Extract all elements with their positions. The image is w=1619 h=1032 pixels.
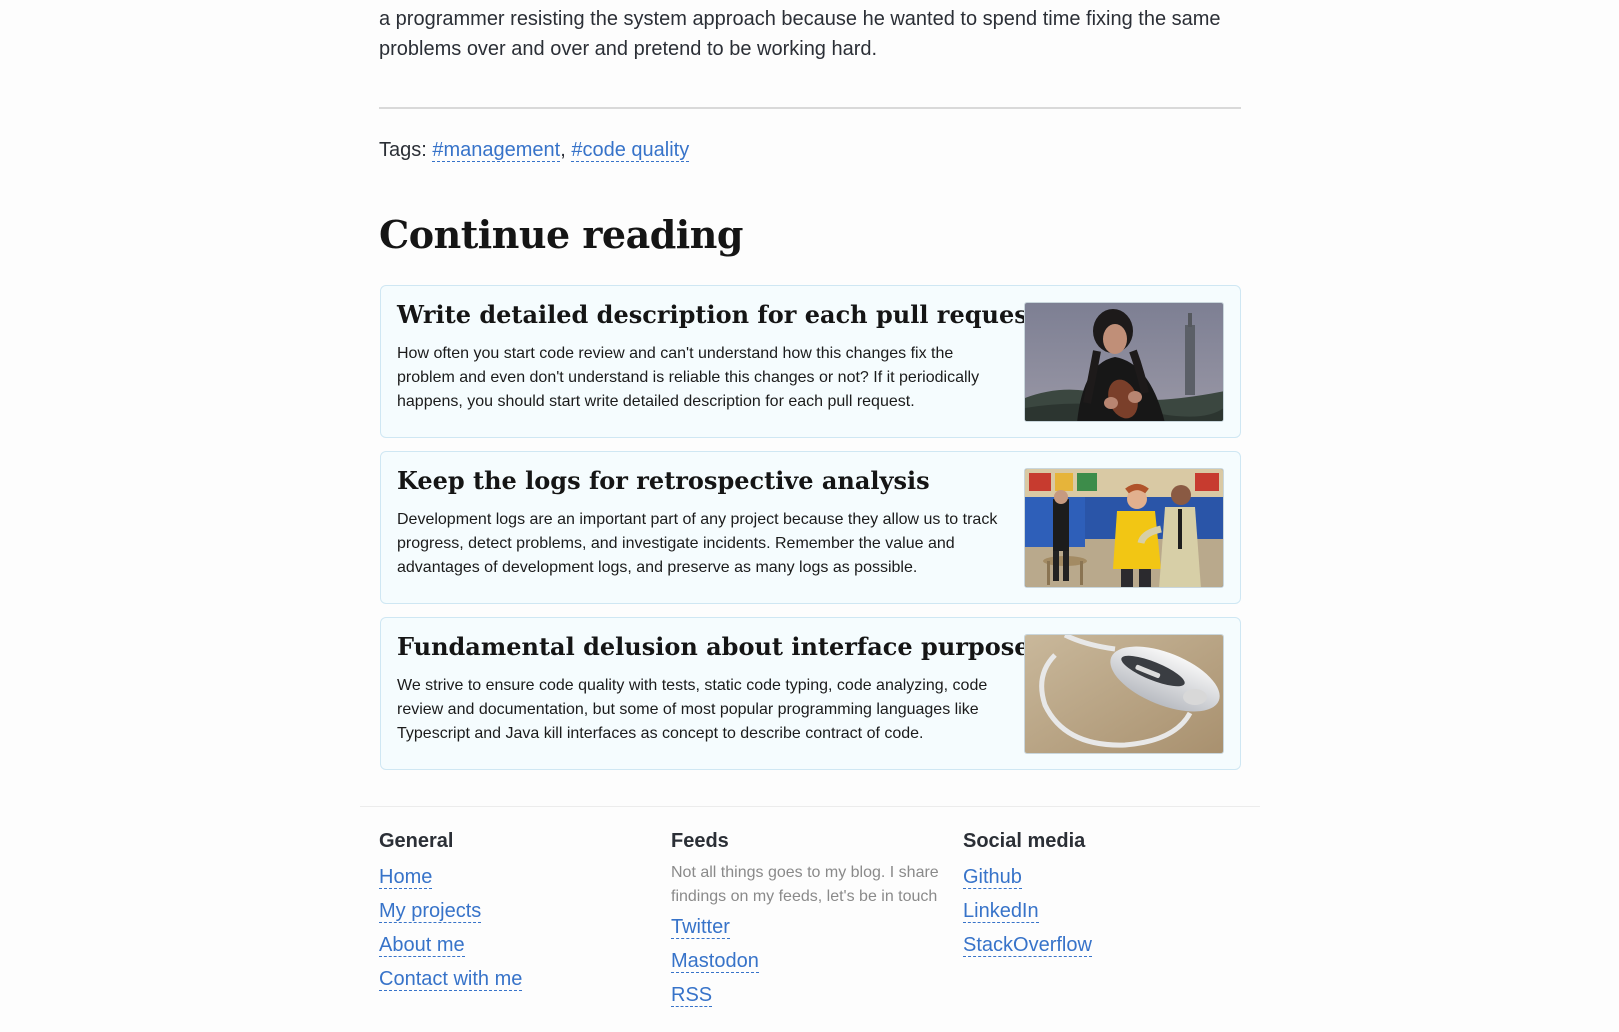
article-card[interactable]: Fundamental delusion about interface pur… <box>380 617 1241 770</box>
footer-social-column: Social media Github LinkedIn StackOverfl… <box>963 830 1243 967</box>
article-card-description: Development logs are an important part o… <box>397 511 998 576</box>
article-card[interactable]: Keep the logs for retrospective analysis… <box>380 451 1241 604</box>
footer-link-contact[interactable]: Contact with me <box>379 968 523 991</box>
footer-general-column: General Home My projects About me Contac… <box>379 830 659 1001</box>
article-card-title[interactable]: Write detailed description for each pull… <box>397 300 1039 329</box>
footer-link-rss[interactable]: RSS <box>671 984 713 1007</box>
tag-link-management[interactable]: #management <box>432 139 561 162</box>
footer-feeds-column: Feeds Not all things goes to my blog. I … <box>671 830 951 1017</box>
intro-line-1: a programmer resisting the system approa… <box>379 8 1221 30</box>
footer-link-linkedin[interactable]: LinkedIn <box>963 900 1039 923</box>
restaurant-scene-photo[interactable] <box>1024 468 1224 588</box>
footer-social-title: Social media <box>963 830 1086 852</box>
footer-general-title: General <box>379 830 454 852</box>
footer-link-github[interactable]: Github <box>963 866 1022 889</box>
footer-link-stackoverflow[interactable]: StackOverflow <box>963 934 1092 957</box>
footer-link-about-me[interactable]: About me <box>379 934 465 957</box>
footer-link-home[interactable]: Home <box>379 866 433 889</box>
footer-divider <box>360 806 1260 807</box>
tag-separator: , <box>560 139 566 161</box>
article-card-description: How often you start code review and can'… <box>397 345 980 410</box>
tags-row: Tags: #management, #code quality <box>379 139 690 162</box>
article-card[interactable]: Write detailed description for each pull… <box>380 285 1241 438</box>
article-intro: a programmer resisting the system approa… <box>379 4 1241 64</box>
footer-link-mastodon[interactable]: Mastodon <box>671 950 759 973</box>
page: a programmer resisting the system approa… <box>0 0 1619 1032</box>
tag-link-code-quality[interactable]: #code quality <box>571 139 690 162</box>
footer-feeds-note: Not all things goes to my blog. I share … <box>671 864 939 905</box>
article-card-description: We strive to ensure code quality with te… <box>397 677 988 742</box>
article-divider <box>379 107 1241 109</box>
footer-link-twitter[interactable]: Twitter <box>671 916 730 939</box>
continue-reading-heading: Continue reading <box>379 212 743 257</box>
footer-feeds-title: Feeds <box>671 830 729 852</box>
article-card-title[interactable]: Keep the logs for retrospective analysis <box>397 466 930 495</box>
tags-label: Tags: <box>379 139 427 161</box>
intro-line-2: problems over and over and pretend to be… <box>379 38 878 60</box>
man-holding-football-photo[interactable] <box>1024 302 1224 422</box>
magic-mouse-charging-photo[interactable] <box>1024 634 1224 754</box>
article-card-title[interactable]: Fundamental delusion about interface pur… <box>397 632 1043 661</box>
footer-link-my-projects[interactable]: My projects <box>379 900 482 923</box>
